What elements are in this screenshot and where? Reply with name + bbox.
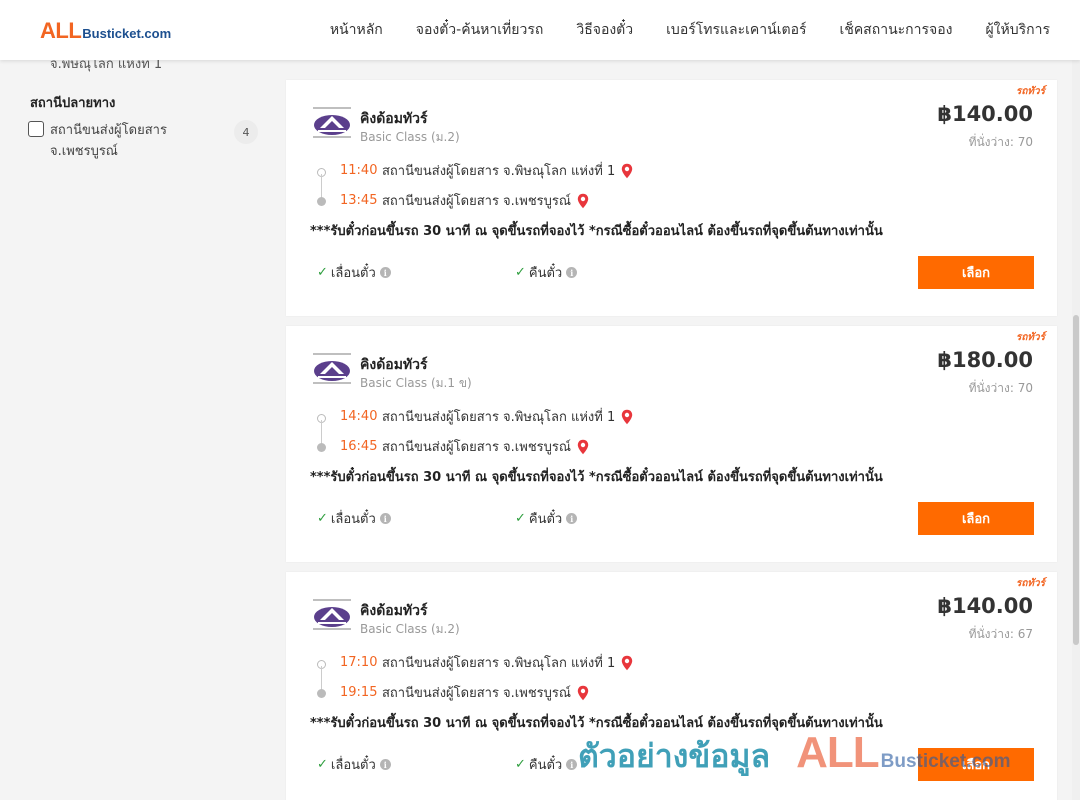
operator-name: คิงด้อมทัวร์ <box>360 357 428 373</box>
page-scrollbar[interactable] <box>1072 60 1080 800</box>
departure-time: 17:10 <box>340 655 378 670</box>
departure-stop: 11:40 สถานีขนส่งผู้โดยสาร จ.พิษณุโลก แห่… <box>340 160 633 181</box>
map-pin-icon[interactable] <box>577 685 589 701</box>
feature-reschedule: ✓ เลื่อนตั๋ว i <box>317 754 391 775</box>
map-pin-icon[interactable] <box>577 439 589 455</box>
ticket-price: ฿140.00 <box>937 102 1033 126</box>
boarding-note: ***รับตั๋วก่อนขึ้นรถ 30 นาที ณ จุดขึ้นรถ… <box>310 470 883 485</box>
nav-phone-counter[interactable]: เบอร์โทรและเคาน์เตอร์ <box>666 19 806 41</box>
operator-name: คิงด้อมทัวร์ <box>360 111 428 127</box>
check-icon: ✓ <box>317 757 328 772</box>
operator-logo-icon <box>313 353 351 384</box>
seats-available: ที่นั่งว่าง: 70 <box>968 381 1033 395</box>
nav-book-search[interactable]: จองตั๋ว-ค้นหาเที่ยวรถ <box>416 19 544 41</box>
destination-filter-option[interactable]: สถานีขนส่งผู้โดยสาร จ.เพชรบูรณ์ 4 <box>28 120 258 162</box>
destination-filter-title: สถานีปลายทาง <box>30 96 116 111</box>
arrival-stop: 13:45 สถานีขนส่งผู้โดยสาร จ.เพชรบูรณ์ <box>340 190 589 211</box>
departure-time: 14:40 <box>340 409 378 424</box>
arrival-stop: 16:45 สถานีขนส่งผู้โดยสาร จ.เพชรบูรณ์ <box>340 436 589 457</box>
map-pin-icon[interactable] <box>621 409 633 425</box>
bus-class: Basic Class (ม.2) <box>360 622 460 636</box>
seats-available: ที่นั่งว่าง: 67 <box>968 627 1033 641</box>
ticket-price: ฿140.00 <box>937 594 1033 618</box>
arrival-stop: 19:15 สถานีขนส่งผู้โดยสาร จ.เพชรบูรณ์ <box>340 682 589 703</box>
check-icon: ✓ <box>515 265 526 280</box>
site-logo[interactable]: ALL Busticket.com <box>40 18 171 44</box>
bus-type-tag: รถทัวร์ <box>1015 578 1045 589</box>
feature-reschedule: ✓ เลื่อนตั๋ว i <box>317 262 391 283</box>
info-icon[interactable]: i <box>566 759 578 770</box>
select-trip-button[interactable]: เลือก <box>918 748 1034 781</box>
feature-refund: ✓ คืนตั๋ว i <box>515 508 578 529</box>
destination-filter-count: 4 <box>234 120 258 144</box>
feature-refund-label: คืนตั๋ว <box>528 512 563 527</box>
map-pin-icon[interactable] <box>577 193 589 209</box>
info-icon[interactable]: i <box>379 267 391 278</box>
bus-class: Basic Class (ม.2) <box>360 130 460 144</box>
trip-card: รถทัวร์ คิงด้อมทัวร์ Basic Class (ม.2) ฿… <box>286 80 1057 316</box>
arrival-station: สถานีขนส่งผู้โดยสาร จ.เพชรบูรณ์ <box>382 194 571 209</box>
feature-refund-label: คืนตั๋ว <box>528 758 563 773</box>
arrival-station: สถานีขนส่งผู้โดยสาร จ.เพชรบูรณ์ <box>382 686 571 701</box>
boarding-note: ***รับตั๋วก่อนขึ้นรถ 30 นาที ณ จุดขึ้นรถ… <box>310 224 883 239</box>
boarding-note: ***รับตั๋วก่อนขึ้นรถ 30 นาที ณ จุดขึ้นรถ… <box>310 716 883 731</box>
select-trip-button[interactable]: เลือก <box>918 256 1034 289</box>
bus-type-tag: รถทัวร์ <box>1015 86 1045 97</box>
nav-operators[interactable]: ผู้ให้บริการ <box>985 19 1050 41</box>
departure-time: 11:40 <box>340 163 378 178</box>
trip-card: รถทัวร์ คิงด้อมทัวร์ Basic Class (ม.2) ฿… <box>286 572 1057 800</box>
arrival-dot-icon <box>317 689 326 698</box>
departure-station: สถานีขนส่งผู้โดยสาร จ.พิษณุโลก แห่งที่ 1 <box>382 656 616 671</box>
arrival-dot-icon <box>317 197 326 206</box>
arrival-time: 16:45 <box>340 439 378 454</box>
operator-name: คิงด้อมทัวร์ <box>360 603 428 619</box>
feature-reschedule-label: เลื่อนตั๋ว <box>330 266 376 281</box>
check-icon: ✓ <box>515 511 526 526</box>
departure-station: สถานีขนส่งผู้โดยสาร จ.พิษณุโลก แห่งที่ 1 <box>382 164 616 179</box>
logo-domain-text: Busticket.com <box>82 26 172 41</box>
destination-filter-label: สถานีขนส่งผู้โดยสาร จ.เพชรบูรณ์ <box>50 123 167 159</box>
bus-type-tag: รถทัวร์ <box>1015 332 1045 343</box>
feature-reschedule-label: เลื่อนตั๋ว <box>330 512 376 527</box>
map-pin-icon[interactable] <box>621 163 633 179</box>
operator-logo-icon <box>313 107 351 138</box>
arrival-time: 19:15 <box>340 685 378 700</box>
departure-station: สถานีขนส่งผู้โดยสาร จ.พิษณุโลก แห่งที่ 1 <box>382 410 616 425</box>
select-trip-button[interactable]: เลือก <box>918 502 1034 535</box>
top-header: ALL Busticket.com หน้าหลัก จองตั๋ว-ค้นหา… <box>0 0 1080 60</box>
info-icon[interactable]: i <box>379 759 391 770</box>
trip-card: รถทัวร์ คิงด้อมทัวร์ Basic Class (ม.1 ข)… <box>286 326 1057 562</box>
nav-home[interactable]: หน้าหลัก <box>330 19 383 41</box>
nav-how-to-book[interactable]: วิธีจองตั๋ว <box>576 19 633 41</box>
logo-all-text: ALL <box>40 18 82 43</box>
feature-refund: ✓ คืนตั๋ว i <box>515 754 578 775</box>
arrival-station: สถานีขนส่งผู้โดยสาร จ.เพชรบูรณ์ <box>382 440 571 455</box>
info-icon[interactable]: i <box>566 513 578 524</box>
arrival-dot-icon <box>317 443 326 452</box>
sidebar: จ.พิษณุโลก แห่งที่ 1 สถานีปลายทาง สถานีข… <box>0 0 280 800</box>
feature-refund-label: คืนตั๋ว <box>528 266 563 281</box>
departure-stop: 14:40 สถานีขนส่งผู้โดยสาร จ.พิษณุโลก แห่… <box>340 406 633 427</box>
feature-refund: ✓ คืนตั๋ว i <box>515 262 578 283</box>
nav-check-booking[interactable]: เช็คสถานะการจอง <box>840 19 953 41</box>
ticket-price: ฿180.00 <box>937 348 1033 372</box>
destination-checkbox[interactable] <box>28 121 44 137</box>
info-icon[interactable]: i <box>379 513 391 524</box>
bus-class: Basic Class (ม.1 ข) <box>360 376 472 390</box>
departure-stop: 17:10 สถานีขนส่งผู้โดยสาร จ.พิษณุโลก แห่… <box>340 652 633 673</box>
check-icon: ✓ <box>515 757 526 772</box>
feature-reschedule: ✓ เลื่อนตั๋ว i <box>317 508 391 529</box>
feature-reschedule-label: เลื่อนตั๋ว <box>330 758 376 773</box>
main-nav: หน้าหลัก จองตั๋ว-ค้นหาเที่ยวรถ วิธีจองตั… <box>297 0 1050 60</box>
operator-logo-icon <box>313 599 351 630</box>
arrival-time: 13:45 <box>340 193 378 208</box>
seats-available: ที่นั่งว่าง: 70 <box>968 135 1033 149</box>
scrollbar-thumb[interactable] <box>1073 315 1079 645</box>
check-icon: ✓ <box>317 265 328 280</box>
info-icon[interactable]: i <box>566 267 578 278</box>
map-pin-icon[interactable] <box>621 655 633 671</box>
check-icon: ✓ <box>317 511 328 526</box>
